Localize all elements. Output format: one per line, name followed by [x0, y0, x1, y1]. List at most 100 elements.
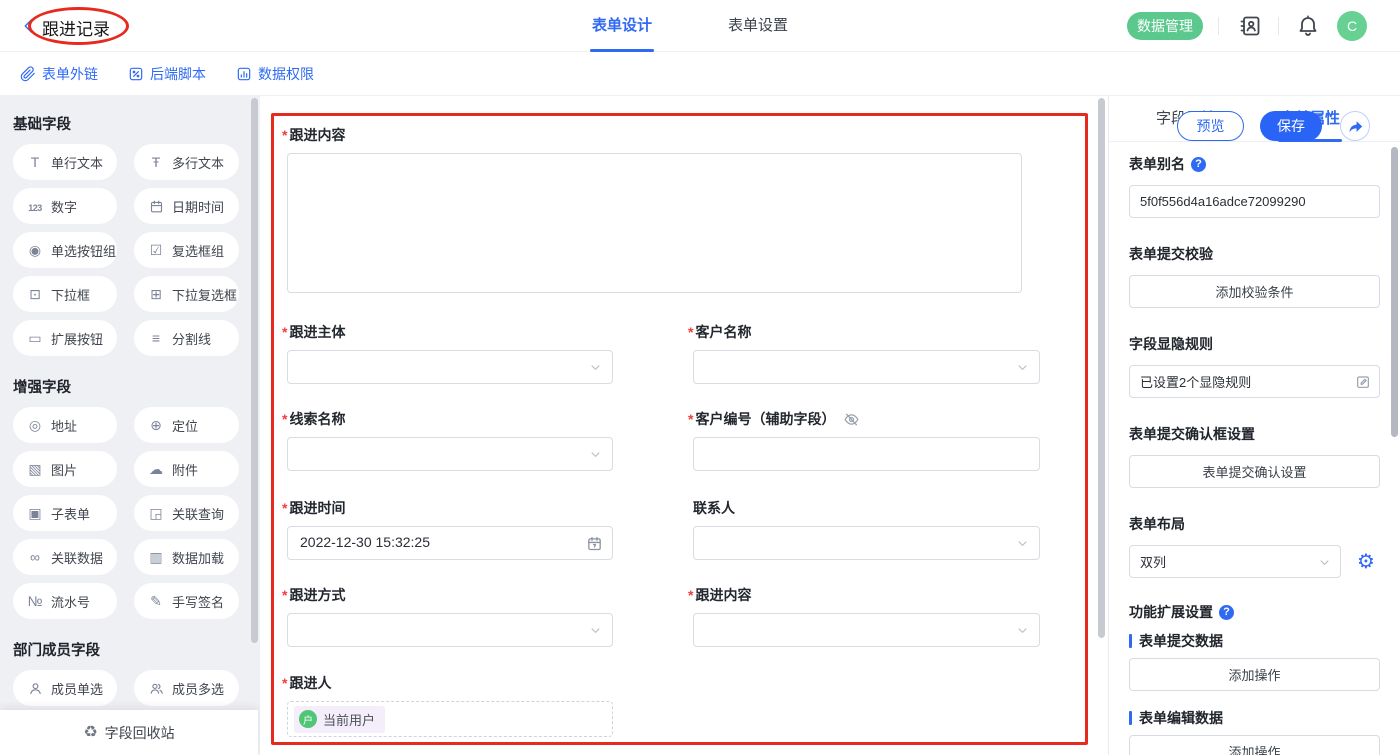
- recycle-icon: ♻: [83, 725, 97, 741]
- calendar-icon: [586, 535, 603, 552]
- item-label: 附件: [172, 460, 198, 479]
- visibility-rules-section: 字段显隐规则 已设置2个显隐规则: [1129, 334, 1380, 398]
- bell-icon[interactable]: [1296, 14, 1320, 38]
- item-label: 扩展按钮: [51, 329, 103, 348]
- help-icon[interactable]: ?: [1191, 157, 1206, 172]
- edit-data-group-label: 表单编辑数据: [1129, 708, 1380, 728]
- form-alias-input[interactable]: 5f0f556d4a16adce72099290: [1129, 185, 1380, 218]
- datetime-icon: [147, 199, 165, 214]
- sidebar-item-image[interactable]: ▧图片: [13, 451, 117, 487]
- add-action-submit-button[interactable]: 添加操作: [1129, 658, 1380, 691]
- script-icon: [128, 66, 144, 82]
- backend-script-link[interactable]: 后端脚本: [128, 52, 206, 96]
- sidebar-item-ext-button[interactable]: ▭扩展按钮: [13, 320, 117, 356]
- field-label-lead-name: 线索名称: [282, 409, 345, 429]
- share-button[interactable]: [1340, 111, 1370, 141]
- basic-fields-grid: T单行文本 Ŧ多行文本 123数字 日期时间 ◉单选按钮组 ☑复选框组 ⊡下拉框…: [13, 144, 260, 356]
- multi-select-icon: ⊞: [147, 287, 165, 301]
- item-label: 手写签名: [172, 592, 224, 611]
- followup-content-select[interactable]: [693, 613, 1040, 647]
- canvas-scrollbar[interactable]: [1098, 98, 1105, 638]
- tab-form-design[interactable]: 表单设计: [582, 0, 662, 52]
- sidebar-item-number[interactable]: 123数字: [13, 188, 117, 224]
- sidebar-item-checkbox-group[interactable]: ☑复选框组: [134, 232, 239, 268]
- sidebar-item-data-load[interactable]: ▥数据加载: [134, 539, 239, 575]
- sidebar-item-datetime[interactable]: 日期时间: [134, 188, 239, 224]
- data-manage-button[interactable]: 数据管理: [1127, 12, 1203, 40]
- number-icon: 123: [26, 199, 44, 213]
- sidebar-scrollbar[interactable]: [251, 98, 258, 643]
- address-icon: ◎: [26, 418, 44, 432]
- followup-method-select[interactable]: [287, 613, 613, 647]
- sidebar-item-serial[interactable]: №流水号: [13, 583, 117, 619]
- page-title[interactable]: 跟进记录: [42, 15, 110, 40]
- label-text: 功能扩展设置: [1129, 602, 1213, 622]
- sidebar-item-select[interactable]: ⊡下拉框: [13, 276, 117, 312]
- contact-select[interactable]: [693, 526, 1040, 560]
- form-layout-label: 表单布局: [1129, 514, 1380, 534]
- datetime-value: 2022-12-30 15:32:25: [300, 534, 430, 550]
- checkbox-group-icon: ☑: [147, 243, 165, 257]
- field-label-contact: 联系人: [693, 498, 735, 518]
- header: 跟进记录 表单设计 表单设置 数据管理 C: [0, 0, 1400, 52]
- chevron-down-icon: [588, 360, 603, 375]
- toolbar-link-label: 数据权限: [258, 64, 314, 84]
- sidebar-item-radio-group[interactable]: ◉单选按钮组: [13, 232, 117, 268]
- gear-icon[interactable]: ⚙: [1357, 552, 1375, 572]
- form-canvas: 跟进内容 跟进主体 客户名称 线索名称 客户编号（辅助字段） 跟进时间 2022…: [260, 96, 1108, 755]
- add-check-condition-button[interactable]: 添加校验条件: [1129, 275, 1380, 308]
- current-user-tag[interactable]: 户 当前用户: [294, 706, 385, 733]
- sidebar-item-divider[interactable]: ≡分割线: [134, 320, 239, 356]
- sidebar-item-related-query[interactable]: ◲关联查询: [134, 495, 239, 531]
- form-layout-section: 表单布局 双列 ⚙: [1129, 514, 1380, 578]
- field-label-followup-method: 跟进方式: [282, 585, 345, 605]
- edit-icon[interactable]: [1355, 374, 1371, 390]
- user-avatar[interactable]: C: [1337, 11, 1367, 41]
- form-layout-row: 双列 ⚙: [1129, 545, 1380, 578]
- enhanced-fields-grid: ◎地址 ⊕定位 ▧图片 ☁附件 ▣子表单 ◲关联查询 ∞关联数据 ▥数据加载 №…: [13, 407, 260, 619]
- sidebar-item-signature[interactable]: ✎手写签名: [134, 583, 239, 619]
- user-tag-avatar-icon: 户: [299, 710, 317, 728]
- header-divider: [1278, 17, 1279, 35]
- sidebar-item-address[interactable]: ◎地址: [13, 407, 117, 443]
- form-external-link[interactable]: 表单外链: [20, 52, 98, 96]
- sidebar-item-member-single[interactable]: 成员单选: [13, 670, 117, 706]
- contact-book-icon[interactable]: [1238, 14, 1262, 38]
- back-icon[interactable]: [20, 17, 38, 35]
- followup-time-datepicker[interactable]: 2022-12-30 15:32:25: [287, 526, 613, 560]
- preview-button[interactable]: 预览: [1177, 111, 1244, 141]
- required-marker: [282, 324, 289, 340]
- layout-select[interactable]: 双列: [1129, 545, 1341, 578]
- followup-subject-select[interactable]: [287, 350, 613, 384]
- confirm-dialog-button[interactable]: 表单提交确认设置: [1129, 455, 1380, 488]
- tab-form-settings[interactable]: 表单设置: [718, 0, 798, 52]
- followup-content-textarea[interactable]: [287, 153, 1022, 293]
- sidebar-item-locate[interactable]: ⊕定位: [134, 407, 239, 443]
- data-permission-link[interactable]: 数据权限: [236, 52, 314, 96]
- sidebar-item-related-data[interactable]: ∞关联数据: [13, 539, 117, 575]
- followup-person-field[interactable]: 户 当前用户: [287, 701, 613, 737]
- visibility-rules-box[interactable]: 已设置2个显隐规则: [1129, 365, 1380, 398]
- add-action-edit-button[interactable]: 添加操作: [1129, 735, 1380, 755]
- toolbar-link-label: 后端脚本: [150, 64, 206, 84]
- save-button[interactable]: 保存: [1260, 111, 1322, 141]
- visibility-rules-value: 已设置2个显隐规则: [1140, 372, 1251, 391]
- header-divider: [1218, 17, 1219, 35]
- customer-code-input[interactable]: [693, 437, 1040, 471]
- sidebar-item-multi-text[interactable]: Ŧ多行文本: [134, 144, 239, 180]
- panel-scrollbar[interactable]: [1391, 147, 1398, 437]
- sidebar-item-single-text[interactable]: T单行文本: [13, 144, 117, 180]
- sidebar-item-multi-select[interactable]: ⊞下拉复选框: [134, 276, 239, 312]
- help-icon[interactable]: ?: [1219, 605, 1234, 620]
- customer-name-select[interactable]: [693, 350, 1040, 384]
- item-label: 流水号: [51, 592, 90, 611]
- label-text: 客户编号（辅助字段）: [695, 409, 835, 429]
- item-label: 图片: [51, 460, 77, 479]
- sidebar-item-attachment[interactable]: ☁附件: [134, 451, 239, 487]
- sidebar-item-subform[interactable]: ▣子表单: [13, 495, 117, 531]
- chevron-down-icon: [588, 447, 603, 462]
- field-recycle-bin[interactable]: ♻ 字段回收站: [0, 710, 258, 755]
- data-load-icon: ▥: [147, 550, 165, 564]
- lead-name-select[interactable]: [287, 437, 613, 471]
- sidebar-item-member-multi[interactable]: 成员多选: [134, 670, 239, 706]
